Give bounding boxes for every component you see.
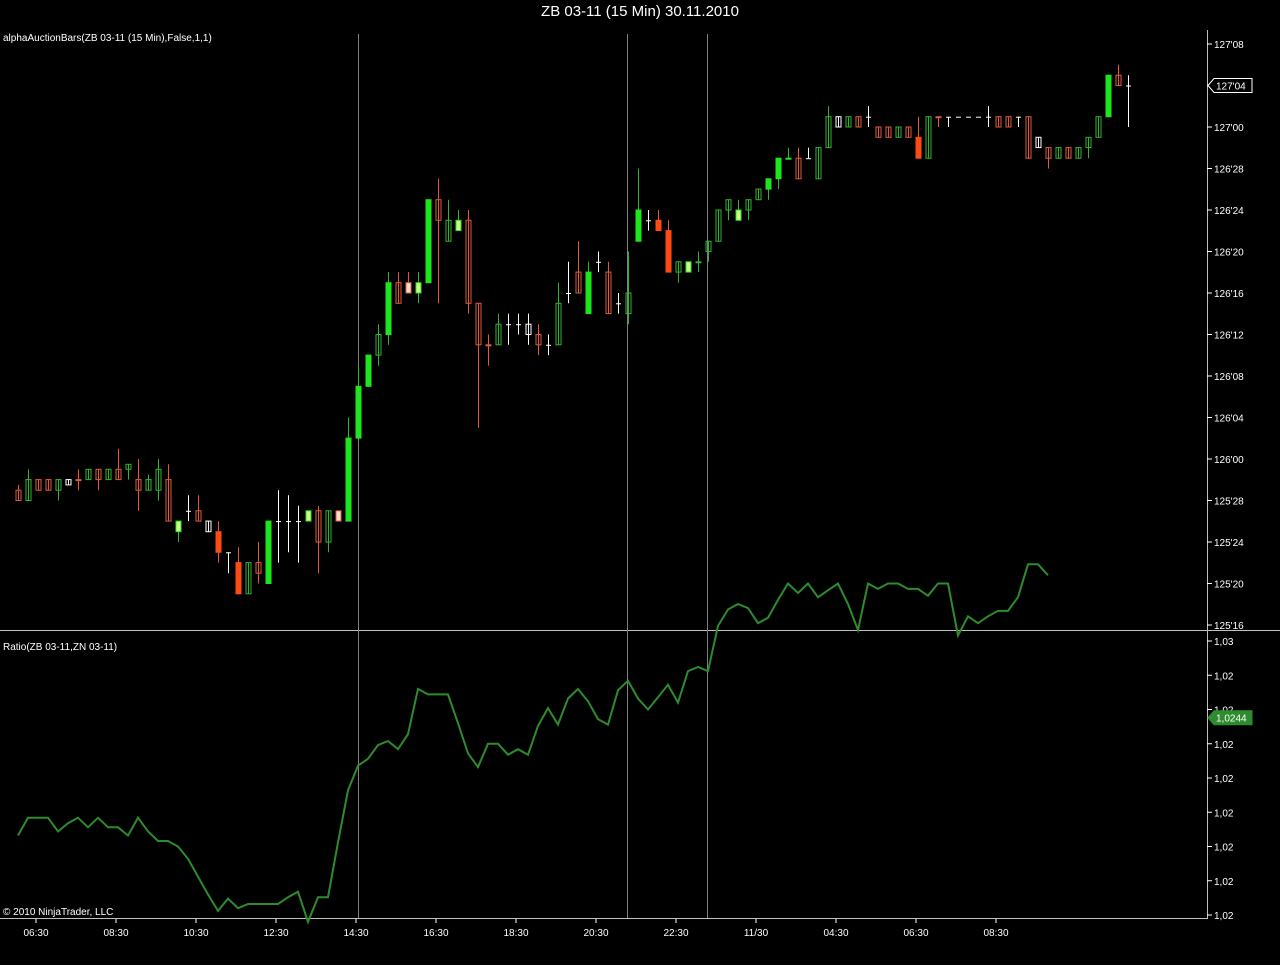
price-axis-label: 125'16 — [1214, 621, 1244, 632]
ratio-axis-label: 1,03 — [1214, 637, 1234, 648]
candle-body — [685, 261, 692, 273]
price-axis-label: 125'20 — [1214, 580, 1244, 591]
candle-body — [335, 510, 342, 522]
candle-body — [215, 531, 222, 553]
ratio-axis-label: 1,02 — [1214, 911, 1234, 922]
candle-body — [235, 562, 242, 595]
time-axis-label: 06:30 — [23, 928, 48, 939]
price-axis-label: 125'24 — [1214, 538, 1244, 549]
candle-body — [935, 116, 942, 119]
chart-canvas[interactable]: 127'08 127'04 127'00 126'28 126'24 126'20 126'… — [0, 0, 1280, 965]
price-panel-label: alphaAuctionBars(ZB 03-11 (15 Min),False… — [3, 33, 212, 44]
candle-body — [585, 271, 592, 315]
price-axis-label: 126'20 — [1214, 248, 1244, 259]
candle-body — [365, 354, 372, 387]
candle-body — [665, 230, 672, 273]
candle-body — [775, 157, 782, 180]
ratio-axis-label: 1,02 — [1214, 877, 1234, 888]
candle-body — [75, 479, 82, 482]
time-axis-label: 06:30 — [903, 928, 928, 939]
candle-body — [345, 437, 352, 522]
candle-body — [785, 157, 792, 160]
time-axis-label: 14:30 — [343, 928, 368, 939]
ratio-axis-label: 1,02 — [1214, 671, 1234, 682]
candle-body — [455, 219, 462, 232]
candle-body — [415, 282, 422, 294]
copyright-notice: © 2010 NinjaTrader, LLC — [3, 907, 114, 918]
price-axis-label: 126'00 — [1214, 455, 1244, 466]
candle-body — [305, 510, 312, 522]
time-axis-label: 10:30 — [183, 928, 208, 939]
candle-body — [175, 520, 182, 533]
time-axis-label: 16:30 — [423, 928, 448, 939]
time-axis-label: 08:30 — [983, 928, 1008, 939]
price-axis-label: 126'04 — [1214, 414, 1244, 425]
ratio-axis-label: 1,02 — [1214, 843, 1234, 854]
candle-body — [385, 282, 392, 336]
candle-body — [735, 209, 742, 221]
price-axis-label: 127'08 — [1214, 40, 1244, 51]
price-axis-label: 125'28 — [1214, 497, 1244, 508]
ratio-axis-label: 1,02 — [1214, 774, 1234, 785]
candle-body — [765, 178, 772, 190]
time-axis-label: 04:30 — [823, 928, 848, 939]
price-axis-label: 126'12 — [1214, 331, 1244, 342]
candle-body — [915, 136, 922, 159]
time-axis-label: 11/30 — [744, 928, 769, 939]
ninjatrader-chart-window: 127'08 127'04 127'00 126'28 126'24 126'20 126'… — [0, 0, 1280, 965]
time-axis-label: 08:30 — [103, 928, 128, 939]
svg-text:1,0244: 1,0244 — [1216, 714, 1247, 725]
ratio-panel-label: Ratio(ZB 03-11,ZN 03-11) — [3, 642, 118, 653]
price-axis-label: 126'08 — [1214, 372, 1244, 383]
candle-body — [485, 344, 492, 347]
candle-body — [405, 282, 412, 294]
time-axis-label: 22:30 — [663, 928, 688, 939]
ratio-axis-label: 1,02 — [1214, 808, 1234, 819]
candle-body — [635, 209, 642, 242]
ratio-axis-label: 1,02 — [1214, 740, 1234, 751]
price-axis-label: 126'16 — [1214, 289, 1244, 300]
time-axis-label: 18:30 — [503, 928, 528, 939]
price-axis-label: 126'28 — [1214, 165, 1244, 176]
price-axis-label: 127'00 — [1214, 123, 1244, 134]
ratio-current-tag: 1,0244 — [1207, 710, 1253, 726]
candle-body — [355, 385, 362, 439]
svg-text:127'04: 127'04 — [1216, 82, 1246, 93]
time-axis-label: 20:30 — [583, 928, 608, 939]
time-axis-label: 12:30 — [263, 928, 288, 939]
candle-body — [425, 199, 432, 284]
price-axis-label: 126'24 — [1214, 206, 1244, 217]
candle-body — [1105, 74, 1112, 118]
price-current-tag: 127'04 — [1207, 78, 1253, 93]
ratio-series-line — [17, 563, 1049, 925]
candle-body — [655, 219, 662, 232]
candle-body — [265, 520, 272, 584]
chart-title: ZB 03-11 (15 Min) 30.11.2010 — [541, 3, 739, 20]
candle-body — [695, 261, 702, 264]
